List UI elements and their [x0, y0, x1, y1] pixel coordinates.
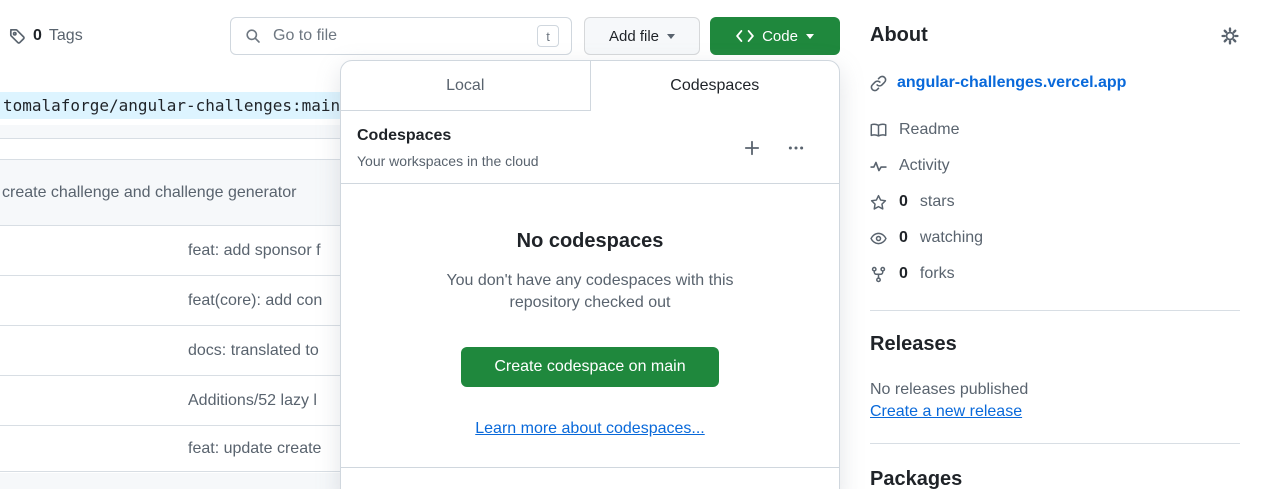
meta-label: watching	[920, 229, 983, 247]
star-icon	[870, 194, 887, 211]
commit-message[interactable]: docs: translated to	[188, 342, 319, 360]
tag-icon	[8, 27, 26, 45]
codespaces-options-kebab-icon[interactable]	[787, 139, 805, 157]
meta-count: 0	[899, 193, 908, 211]
branch-ref-code: tomalaforge/angular-challenges:main	[0, 92, 349, 119]
create-release-link[interactable]: Create a new release	[870, 403, 1022, 421]
table-white-band	[0, 139, 341, 160]
tab-codespaces[interactable]: Codespaces	[591, 61, 840, 111]
meta-label: forks	[920, 265, 955, 283]
repo-meta-list: Readme Activity 0 stars	[870, 112, 1240, 292]
book-icon	[870, 122, 887, 139]
branch-code-snippet: tomalaforge/angular-challenges:main .	[0, 92, 367, 119]
meta-label: Activity	[899, 157, 950, 175]
file-table: feat: add sponsor f feat(core): add con …	[0, 226, 341, 472]
sidebar-item-stars[interactable]: 0 stars	[870, 184, 1240, 220]
code-icon	[736, 29, 754, 43]
meta-label: Readme	[899, 121, 959, 139]
latest-commit-bar[interactable]: create challenge and challenge generator	[0, 160, 341, 226]
fork-icon	[870, 266, 887, 283]
sidebar-item-activity[interactable]: Activity	[870, 148, 1240, 184]
panel-footer-divider	[341, 467, 839, 479]
latest-commit-message[interactable]: create challenge and challenge generator	[2, 184, 296, 202]
go-to-file-search[interactable]: t	[230, 17, 572, 55]
table-bottom-strip	[0, 473, 341, 489]
add-file-button[interactable]: Add file	[584, 17, 700, 55]
eye-icon	[870, 230, 887, 247]
meta-count: 0	[899, 265, 908, 283]
add-file-label: Add file	[609, 28, 659, 45]
chevron-down-icon	[806, 34, 814, 39]
empty-desc-line1: You don't have any codespaces with this	[341, 270, 839, 292]
pulse-icon	[870, 158, 887, 175]
new-codespace-plus-icon[interactable]	[743, 139, 761, 157]
sidebar-item-readme[interactable]: Readme	[870, 112, 1240, 148]
table-row[interactable]: docs: translated to	[0, 326, 341, 376]
create-codespace-button[interactable]: Create codespace on main	[461, 347, 719, 387]
tags-link[interactable]: 0 Tags	[8, 25, 83, 47]
sidebar-item-watching[interactable]: 0 watching	[870, 220, 1240, 256]
link-icon	[870, 75, 887, 92]
sidebar-item-forks[interactable]: 0 forks	[870, 256, 1240, 292]
table-top-strip	[0, 125, 341, 139]
empty-state-description: You don't have any codespaces with this …	[341, 270, 839, 314]
table-row[interactable]: feat: add sponsor f	[0, 226, 341, 276]
about-heading: About	[870, 24, 928, 47]
search-input[interactable]	[273, 27, 537, 45]
packages-heading: Packages	[870, 468, 962, 489]
gear-icon[interactable]	[1221, 27, 1239, 45]
website-link[interactable]: angular-challenges.vercel.app	[897, 74, 1126, 92]
code-label: Code	[762, 28, 798, 45]
empty-desc-line2: repository checked out	[341, 292, 839, 314]
commit-message[interactable]: feat(core): add con	[188, 292, 322, 310]
sidebar-divider	[870, 443, 1240, 444]
tab-local[interactable]: Local	[341, 61, 591, 111]
commit-message[interactable]: feat: add sponsor f	[188, 242, 321, 260]
search-icon	[245, 28, 261, 44]
table-row[interactable]: feat(core): add con	[0, 276, 341, 326]
code-button[interactable]: Code	[710, 17, 840, 55]
code-dropdown-tabs: Local Codespaces	[341, 61, 839, 111]
commit-message[interactable]: feat: update create	[188, 440, 321, 458]
commit-message[interactable]: Additions/52 lazy l	[188, 392, 317, 410]
sidebar-divider	[870, 310, 1240, 311]
learn-more-link[interactable]: Learn more about codespaces...	[475, 420, 704, 438]
website-row[interactable]: angular-challenges.vercel.app	[870, 74, 1126, 92]
tags-count: 0	[33, 27, 42, 45]
releases-empty-text: No releases published	[870, 381, 1028, 399]
code-dropdown-panel: Local Codespaces Codespaces Your workspa…	[340, 60, 840, 489]
meta-label: stars	[920, 193, 955, 211]
table-row[interactable]: Additions/52 lazy l	[0, 376, 341, 426]
table-row[interactable]: feat: update create	[0, 426, 341, 472]
repo-page: tomalaforge/angular-challenges:main . cr…	[0, 0, 1278, 489]
keyboard-shortcut-badge: t	[537, 25, 559, 47]
empty-state-title: No codespaces	[341, 230, 839, 253]
releases-heading: Releases	[870, 333, 957, 356]
about-sidebar: About angular-challenges.vercel.app	[870, 0, 1240, 489]
codespaces-header: Codespaces Your workspaces in the cloud	[341, 111, 839, 184]
tags-label: Tags	[49, 27, 83, 45]
meta-count: 0	[899, 229, 908, 247]
chevron-down-icon	[667, 34, 675, 39]
codespaces-empty-state: No codespaces You don't have any codespa…	[341, 230, 839, 479]
